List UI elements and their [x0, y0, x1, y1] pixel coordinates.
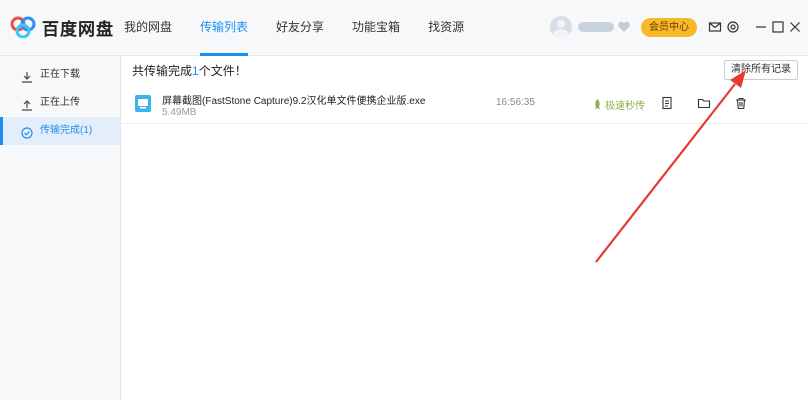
sidebar-item-label: 正在下载 [40, 69, 80, 80]
avatar[interactable] [550, 16, 572, 38]
sidebar-item-completed[interactable]: 传输完成(1) [0, 117, 120, 145]
exe-file-icon [135, 95, 151, 112]
document-icon[interactable] [660, 96, 674, 110]
file-name[interactable]: 屏幕截图(FastStone Capture)9.2汉化单文件便携企业版.exe [162, 92, 425, 107]
transfer-status: 极速秒传 [593, 97, 645, 112]
heart-icon [617, 20, 631, 34]
clear-all-records-button[interactable]: 清除所有记录 [724, 60, 798, 80]
maximize-icon[interactable] [771, 20, 785, 34]
folder-icon[interactable] [697, 96, 711, 110]
tab-toolbox[interactable]: 功能宝箱 [352, 0, 400, 56]
sidebar: 正在下载 正在上传 传输完成(1) [0, 56, 121, 400]
main-nav: 我的网盘 传输列表 好友分享 功能宝箱 找资源 [124, 0, 492, 56]
table-row[interactable]: 屏幕截图(FastStone Capture)9.2汉化单文件便携企业版.exe… [121, 86, 808, 124]
tab-transfer-list[interactable]: 传输列表 [200, 0, 249, 56]
tab-find-resources[interactable]: 找资源 [428, 0, 464, 56]
baidu-cloud-icon [10, 16, 36, 39]
summary-count: 1 [192, 64, 199, 78]
top-bar: 百度网盘 我的网盘 传输列表 好友分享 功能宝箱 找资源 会员中心 [0, 0, 808, 56]
sidebar-item-uploading[interactable]: 正在上传 [0, 89, 120, 117]
upload-icon [20, 96, 34, 111]
file-size: 5.49MB [162, 107, 197, 118]
tab-my-drive[interactable]: 我的网盘 [124, 0, 172, 56]
sidebar-item-downloading[interactable]: 正在下载 [0, 61, 120, 89]
app-name: 百度网盘 [42, 19, 114, 39]
username-blurred[interactable] [578, 20, 616, 34]
tab-friend-share[interactable]: 好友分享 [276, 0, 324, 56]
sidebar-item-label: 传输完成(1) [40, 125, 93, 136]
rocket-icon [594, 99, 601, 110]
mail-icon[interactable] [708, 20, 722, 34]
check-circle-icon [20, 124, 34, 139]
summary-prefix: 共传输完成 [132, 64, 193, 78]
vip-center-button[interactable]: 会员中心 [641, 18, 697, 37]
settings-icon[interactable] [726, 20, 740, 34]
minimize-icon[interactable] [754, 20, 768, 34]
close-icon[interactable] [788, 20, 802, 34]
summary-suffix: 个文件！ [198, 64, 247, 78]
transfer-status-label: 极速秒传 [605, 101, 645, 112]
download-icon [20, 68, 34, 83]
app-logo: 百度网盘 [10, 14, 114, 40]
transfer-completed-panel: 共传输完成1个文件！ 清除所有记录 屏幕截图(FastStone Capture… [121, 56, 808, 400]
completed-summary: 共传输完成1个文件！ [132, 62, 247, 79]
file-time: 16:56:35 [496, 97, 535, 108]
trash-icon[interactable] [734, 96, 748, 110]
sidebar-item-label: 正在上传 [40, 97, 80, 108]
